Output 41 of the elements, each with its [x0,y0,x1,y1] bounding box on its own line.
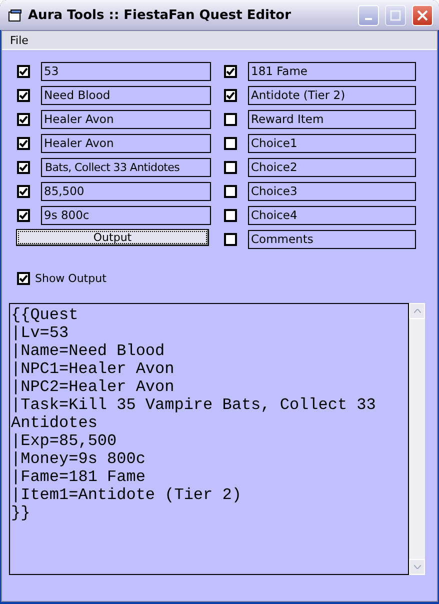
close-button[interactable] [412,4,433,26]
checkbox[interactable] [17,184,30,198]
text-field[interactable]: Reward Item [248,110,416,128]
app-icon [8,8,22,22]
checkbox[interactable] [224,160,237,174]
text-field[interactable]: 53 [41,62,211,80]
close-icon [417,10,428,20]
checkbox-label: Show Output [35,272,106,284]
checkbox[interactable] [17,272,30,284]
checkbox[interactable] [224,208,237,222]
checkbox[interactable] [17,64,30,78]
text-field[interactable]: Comments [248,230,416,248]
checkbox[interactable] [224,184,237,198]
minimize-icon [365,18,372,20]
text-field[interactable]: Choice3 [248,182,416,200]
text-field[interactable]: Healer Avon [41,134,211,152]
text-field[interactable]: Choice2 [248,158,416,176]
checkbox[interactable] [224,136,237,150]
text-field[interactable]: Healer Avon [41,110,211,128]
output-text-area[interactable]: {{Quest |Lv=53 |Name=Need Blood |NPC1=Healer Avon |NPC2=Healer Avon |Task=Kill 35 Vampire Bats, Collect 33 Antidotes |Exp=85,500 |Money=9s 800c |Fame=181 Fame |Item1=Antidote (Tier 2) }} [9,303,409,575]
maximize-icon [390,10,401,20]
text-field[interactable]: Choice4 [248,206,416,224]
checkbox[interactable] [17,160,30,174]
output-button[interactable]: Output [16,229,209,246]
checkbox[interactable] [224,64,237,78]
checkbox[interactable] [17,208,30,222]
text-field[interactable]: Need Blood [41,86,211,104]
menu-item[interactable]: File [7,34,32,46]
text-field[interactable]: 85,500 [41,182,211,200]
text-field[interactable]: Antidote (Tier 2) [248,86,416,104]
checkbox[interactable] [17,112,30,126]
text-field[interactable]: Choice1 [248,134,416,152]
checkbox[interactable] [17,88,30,102]
checkbox[interactable] [224,232,237,246]
text-field[interactable]: 9s 800c [41,206,211,224]
checkbox[interactable] [224,112,237,126]
checkbox[interactable] [224,88,237,102]
text-field[interactable]: Bats, Collect 33 Antidotes [41,158,211,176]
window-title: Aura Tools :: FiestaFan Quest Editor [28,8,292,22]
text-field[interactable]: 181 Fame [248,62,416,80]
checkbox[interactable] [17,136,30,150]
